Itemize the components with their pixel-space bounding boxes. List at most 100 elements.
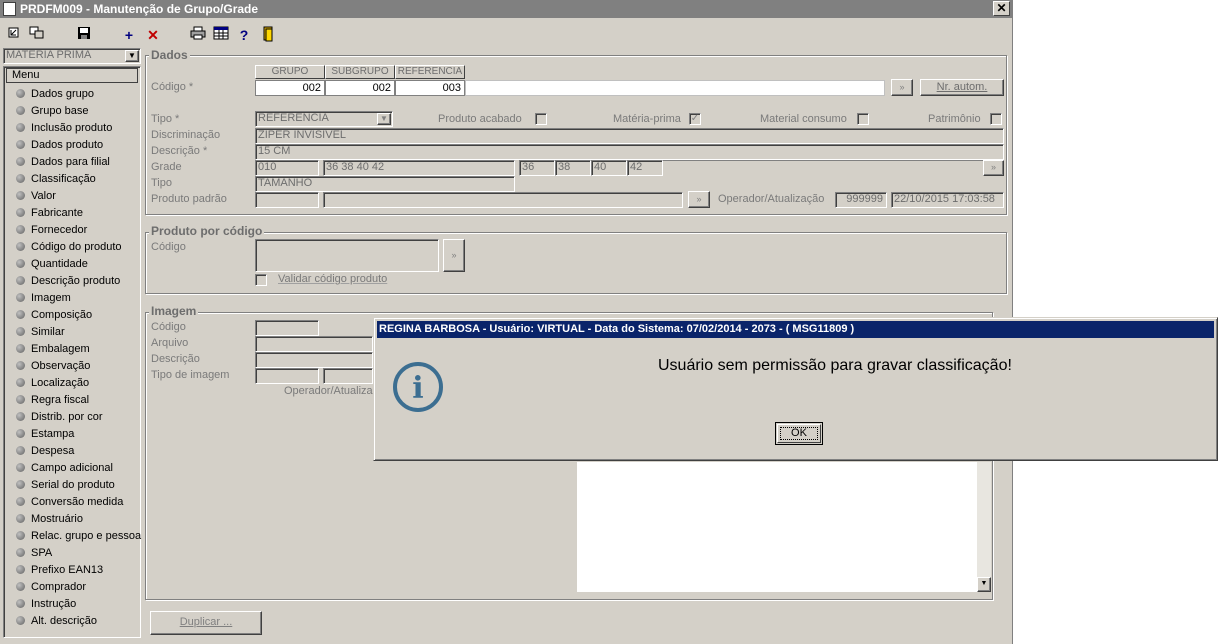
- produto-codigo-lookup-icon[interactable]: »: [443, 239, 465, 272]
- print-icon[interactable]: [189, 26, 207, 44]
- bullet-icon: [16, 497, 25, 506]
- grade-lookup-icon[interactable]: »: [983, 160, 1004, 176]
- copy-window-icon[interactable]: [28, 26, 46, 44]
- ok-button[interactable]: OK: [775, 422, 823, 445]
- image-preview-scrollbar[interactable]: [977, 462, 991, 592]
- imagem-arquivo-field[interactable]: [255, 336, 373, 352]
- sidebar-item[interactable]: Distrib. por cor: [16, 411, 103, 423]
- sidebar-item-label: SPA: [31, 547, 53, 559]
- sidebar-item[interactable]: Conversão medida: [16, 496, 123, 508]
- produto-padrao-desc[interactable]: [323, 192, 683, 208]
- sidebar-item-label: Instrução: [31, 598, 77, 610]
- sidebar-item-label: Prefixo EAN13: [31, 564, 104, 576]
- validar-codigo-checkbox[interactable]: [255, 274, 267, 286]
- sidebar-item[interactable]: Localização: [16, 377, 89, 389]
- produto-codigo-label: Código: [151, 241, 186, 253]
- table-view-icon[interactable]: [212, 26, 230, 44]
- save-icon[interactable]: [75, 26, 93, 44]
- bullet-icon: [16, 191, 25, 200]
- delete-icon[interactable]: ✕: [144, 26, 162, 44]
- bullet-icon: [16, 480, 25, 489]
- sidebar-item[interactable]: Prefixo EAN13: [16, 564, 103, 576]
- category-combo[interactable]: MATERIA PRIMA: [3, 48, 141, 64]
- imagem-tipo-desc-field[interactable]: [323, 368, 373, 384]
- sidebar-item[interactable]: Quantidade: [16, 258, 88, 270]
- grade-sizes-field[interactable]: 36 38 40 42: [323, 160, 515, 176]
- produto-padrao-code[interactable]: [255, 192, 319, 208]
- col-header-subgrupo: SUBGRUPO: [325, 65, 395, 79]
- sidebar-item[interactable]: Regra fiscal: [16, 394, 89, 406]
- sidebar-item[interactable]: Imagem: [16, 292, 71, 304]
- descricao-field[interactable]: 15 CM: [255, 144, 1004, 160]
- info-icon-glyph: i: [412, 371, 423, 406]
- add-icon[interactable]: +: [120, 26, 138, 44]
- tipo-combo-value: REFERENCIA: [258, 112, 329, 124]
- dados-group-title: Dados: [149, 48, 190, 62]
- duplicar-button[interactable]: Duplicar ...: [150, 611, 262, 635]
- operador-field: 999999: [835, 192, 887, 208]
- codigo-lookup-icon[interactable]: »: [891, 79, 913, 96]
- produto-codigo-field[interactable]: [255, 239, 439, 272]
- app-icon: [3, 2, 16, 16]
- sidebar-item[interactable]: Descrição produto: [16, 275, 120, 287]
- exit-door-icon[interactable]: [259, 26, 277, 44]
- sidebar-item[interactable]: Inclusão produto: [16, 122, 112, 134]
- imagem-tipo-field[interactable]: [255, 368, 319, 384]
- bullet-icon: [16, 174, 25, 183]
- sidebar-item[interactable]: Grupo base: [16, 105, 88, 117]
- first-record-icon[interactable]: [5, 26, 23, 44]
- tipo-dropdown-icon[interactable]: ▼: [377, 113, 391, 125]
- patrimonio-checkbox[interactable]: [990, 113, 1002, 125]
- sidebar-item[interactable]: Valor: [16, 190, 56, 202]
- bullet-icon: [16, 276, 25, 285]
- codigo-extra-field[interactable]: [465, 80, 885, 96]
- sidebar-item[interactable]: Instrução: [16, 598, 76, 610]
- sidebar-item[interactable]: Composição: [16, 309, 92, 321]
- menu-panel: Menu Dados grupo Grupo base Inclusão produ…: [3, 66, 141, 638]
- sidebar-item[interactable]: Mostruário: [16, 513, 83, 525]
- materia-prima-checkbox[interactable]: ✓: [689, 113, 701, 125]
- sidebar-item[interactable]: Fornecedor: [16, 224, 87, 236]
- sidebar-item[interactable]: Fabricante: [16, 207, 83, 219]
- sidebar-item[interactable]: Código do produto: [16, 241, 122, 253]
- sidebar-item[interactable]: Relac. grupo e pessoa: [16, 530, 141, 542]
- sidebar-item[interactable]: Embalagem: [16, 343, 90, 355]
- sidebar-item[interactable]: Dados grupo: [16, 88, 94, 100]
- produto-acabado-checkbox[interactable]: [535, 113, 547, 125]
- sidebar-item[interactable]: Alt. descrição: [16, 615, 97, 627]
- referencia-input[interactable]: 003: [395, 80, 465, 96]
- close-button[interactable]: ✕: [993, 1, 1010, 16]
- sidebar-item[interactable]: Observação: [16, 360, 90, 372]
- grupo-input[interactable]: 002: [255, 80, 325, 96]
- sidebar-item[interactable]: Campo adicional: [16, 462, 113, 474]
- sidebar-item[interactable]: Classificação: [16, 173, 96, 185]
- info-icon: i: [392, 361, 444, 413]
- sidebar-item[interactable]: SPA: [16, 547, 52, 559]
- combo-dropdown-icon[interactable]: ▼: [125, 50, 139, 62]
- tipo-combo[interactable]: REFERENCIA: [255, 111, 393, 127]
- imagem-descricao-field[interactable]: [255, 352, 373, 368]
- sidebar-item-label: Classificação: [31, 173, 96, 185]
- bullet-icon: [16, 361, 25, 370]
- help-icon[interactable]: ?: [235, 26, 253, 44]
- subgrupo-input[interactable]: 002: [325, 80, 395, 96]
- grade-code-field[interactable]: 010: [255, 160, 319, 176]
- sidebar-item[interactable]: Dados para filial: [16, 156, 110, 168]
- scroll-down-icon[interactable]: ▼: [977, 577, 991, 592]
- bullet-icon: [16, 463, 25, 472]
- material-consumo-checkbox[interactable]: [857, 113, 869, 125]
- sidebar-item[interactable]: Similar: [16, 326, 65, 338]
- discriminacao-field[interactable]: ZIPER INVISIVEL: [255, 128, 1004, 144]
- grade-size-1: 36: [519, 160, 555, 176]
- nr-autom-button[interactable]: Nr. autom.: [920, 79, 1004, 96]
- sidebar-item[interactable]: Estampa: [16, 428, 74, 440]
- bullet-icon: [16, 565, 25, 574]
- sidebar-item[interactable]: Comprador: [16, 581, 86, 593]
- bullet-icon: [16, 514, 25, 523]
- produto-padrao-lookup-icon[interactable]: »: [688, 191, 710, 208]
- sidebar-item[interactable]: Serial do produto: [16, 479, 115, 491]
- imagem-codigo-field[interactable]: [255, 320, 319, 336]
- sidebar-item[interactable]: Dados produto: [16, 139, 103, 151]
- sidebar-item[interactable]: Despesa: [16, 445, 74, 457]
- material-consumo-label: Material consumo: [760, 113, 847, 125]
